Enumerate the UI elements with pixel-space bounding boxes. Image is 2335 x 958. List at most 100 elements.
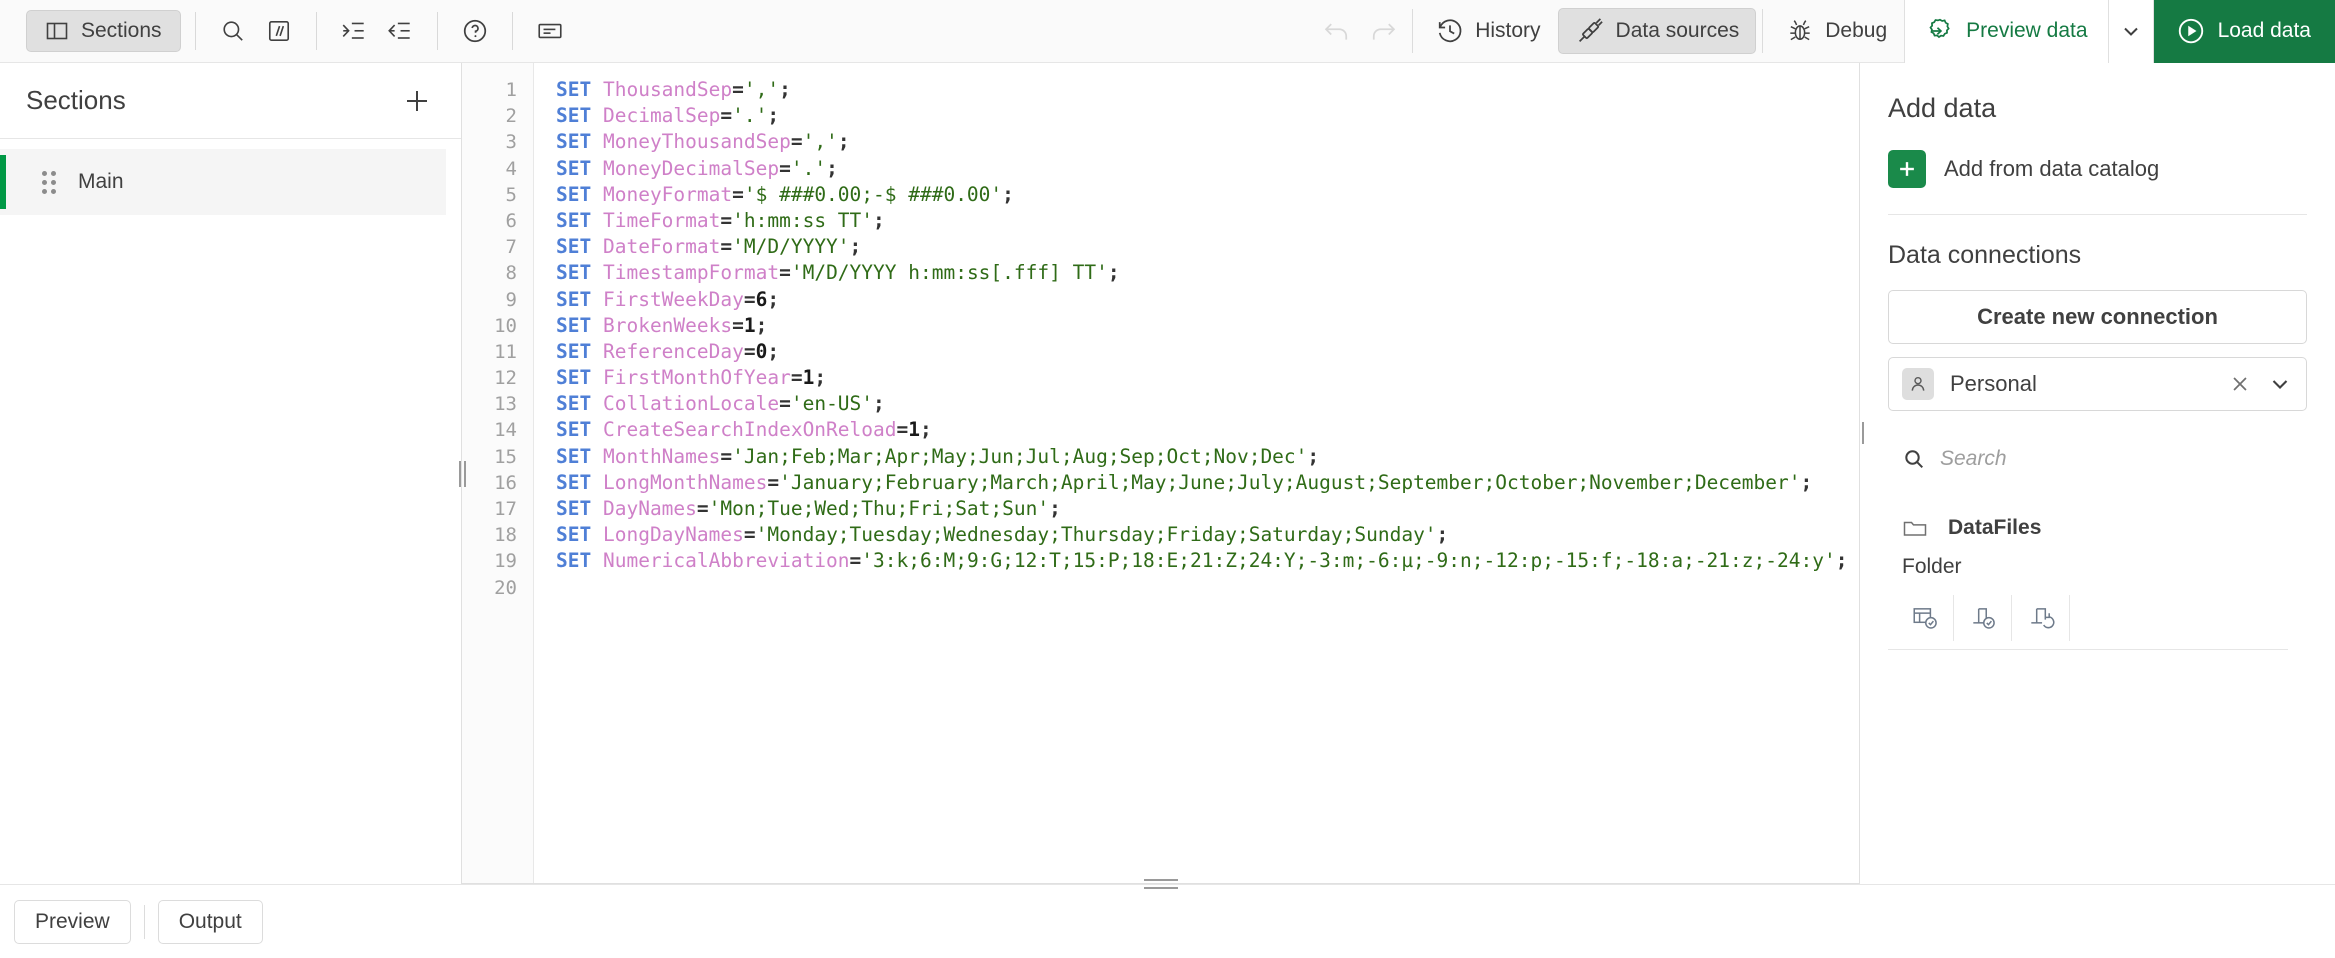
code-token: ; — [1002, 182, 1014, 206]
code-token: = — [720, 444, 733, 468]
redo-button[interactable] — [1360, 8, 1406, 54]
load-data-button[interactable]: Load data — [2153, 0, 2335, 63]
code-line: SET DateFormat='M/D/YYYY'; — [556, 234, 1859, 260]
code-token: ; — [767, 104, 780, 128]
tooltip-icon-button[interactable] — [527, 8, 573, 54]
script-editor: 1 2 3 4 5 6 7 8 9 10 11 12 13 14 15 16 17 18 19 20 SET Thou… — [458, 63, 1859, 889]
code-line: SET DayNames='Mon;Tue;Wed;Thu;Fri;Sat;Su… — [556, 496, 1859, 522]
code-token: ; — [1307, 444, 1320, 468]
code-token: BrokenWeeks — [602, 313, 733, 337]
create-new-connection-button[interactable]: Create new connection — [1888, 290, 2307, 344]
comment-icon — [266, 18, 292, 44]
connector-icon — [1575, 16, 1605, 46]
line-number: 8 — [505, 262, 517, 285]
editor-scroll-area[interactable]: 1 2 3 4 5 6 7 8 9 10 11 12 13 14 15 16 17 18 19 20 SET Thou… — [462, 63, 1859, 883]
connection-search-field[interactable]: Search — [1888, 439, 2307, 479]
code-token: = — [849, 549, 862, 573]
section-item-main[interactable]: Main — [0, 149, 446, 215]
code-token: = — [767, 470, 780, 494]
code-token: = — [732, 78, 744, 101]
line-number: 19 — [494, 550, 517, 573]
undo-button[interactable] — [1314, 8, 1360, 54]
undo-icon — [1322, 16, 1352, 46]
code-token: 6 — [755, 287, 768, 311]
chevron-down-icon[interactable] — [2267, 371, 2293, 397]
code-line: SET ReferenceDay=0; — [556, 339, 1859, 365]
code-token: = — [743, 339, 756, 363]
insert-script-icon — [1969, 604, 1997, 632]
code-token: CollationLocale — [602, 392, 780, 416]
code-token: 1 — [908, 418, 920, 442]
code-token: DateFormat — [602, 235, 721, 259]
code-token: SET — [556, 418, 592, 442]
code-token: ; — [1800, 470, 1813, 494]
top-toolbar: Sections History Data sources Debug Prev… — [0, 0, 2335, 63]
code-token: SET — [556, 104, 592, 128]
line-number: 20 — [494, 576, 517, 599]
code-content[interactable]: SET ThousandSep=','; SET DecimalSep='.'; S… — [534, 63, 1859, 883]
add-from-data-catalog-label: Add from data catalog — [1944, 156, 2160, 181]
code-token: 1 — [743, 313, 756, 337]
code-token: ThousandSep — [602, 78, 733, 101]
search-icon-button[interactable] — [210, 8, 256, 54]
code-token: MoneyThousandSep — [602, 130, 791, 154]
panel-divider — [1888, 214, 2307, 215]
code-token: = — [732, 182, 744, 206]
code-token: 'Mon;Tue;Wed;Thu;Fri;Sat;Sun' — [708, 497, 1050, 520]
indent-icon — [340, 17, 368, 45]
select-data-icon-button[interactable] — [1896, 595, 1954, 641]
add-section-button[interactable] — [395, 79, 439, 123]
history-button[interactable]: History — [1419, 8, 1557, 54]
code-line: SET NumericalAbbreviation='3:k;6:M;9:G;1… — [556, 548, 1859, 574]
connection-item-datafiles[interactable]: DataFiles — [1888, 515, 2307, 541]
code-token: DecimalSep — [602, 104, 721, 128]
code-token: SET — [556, 261, 592, 285]
code-token: SET — [556, 366, 592, 390]
code-line: SET LongDayNames='Monday;Tuesday;Wednesd… — [556, 522, 1859, 548]
data-load-editor: Sections History Data sources Debug Prev… — [0, 0, 2335, 958]
space-selector[interactable]: Personal — [1888, 357, 2307, 411]
help-icon-button[interactable] — [452, 8, 498, 54]
editor-bottom-divider — [462, 879, 1859, 889]
debug-button[interactable]: Debug — [1769, 8, 1904, 54]
comment-icon-button[interactable] — [256, 8, 302, 54]
tooltip-icon — [536, 17, 564, 45]
data-sources-button[interactable]: Data sources — [1557, 8, 1757, 54]
code-token: = — [720, 208, 733, 232]
drag-handle-icon[interactable] — [42, 170, 56, 194]
editor-left-splitter[interactable] — [454, 458, 470, 490]
space-selector-label: Personal — [1950, 371, 2037, 396]
main-body: Sections Main 1 2 3 4 5 6 7 8 9 10 11 12… — [0, 63, 2335, 889]
indent-icon-button[interactable] — [331, 8, 377, 54]
sections-toggle-button[interactable]: Sections — [26, 10, 181, 52]
close-icon[interactable] — [2227, 371, 2253, 397]
code-line: SET FirstMonthOfYear=1; — [556, 365, 1859, 391]
add-from-data-catalog-button[interactable]: Add from data catalog — [1888, 150, 2307, 188]
code-token: = — [790, 130, 803, 154]
code-token: ; — [1436, 523, 1449, 547]
right-panel-resize-handle[interactable] — [1860, 420, 1868, 446]
preview-data-dropdown-button[interactable] — [2107, 0, 2154, 63]
bottom-bar: Preview Output — [0, 884, 2335, 958]
folder-icon — [1902, 515, 1928, 541]
insert-script-icon-button[interactable] — [1954, 595, 2012, 641]
code-token: 1 — [802, 366, 815, 390]
preview-data-button[interactable]: Preview data — [1904, 0, 2108, 63]
data-sources-panel: Add data Add from data catalog Data conn… — [1859, 63, 2335, 884]
tab-output[interactable]: Output — [157, 899, 263, 944]
toolbar-divider — [511, 12, 513, 50]
toolbar-divider — [1762, 9, 1764, 53]
outdent-icon-button[interactable] — [377, 8, 423, 54]
code-token: ReferenceDay — [602, 339, 744, 363]
tab-preview[interactable]: Preview — [14, 899, 131, 944]
editor-vertical-resize-handle[interactable] — [1143, 879, 1178, 889]
replace-script-icon-button[interactable] — [2012, 595, 2070, 641]
code-token: = — [779, 392, 791, 416]
code-token: = — [720, 235, 733, 259]
code-token: LongMonthNames — [602, 470, 768, 494]
code-line: SET LongMonthNames='January;February;Mar… — [556, 470, 1859, 496]
